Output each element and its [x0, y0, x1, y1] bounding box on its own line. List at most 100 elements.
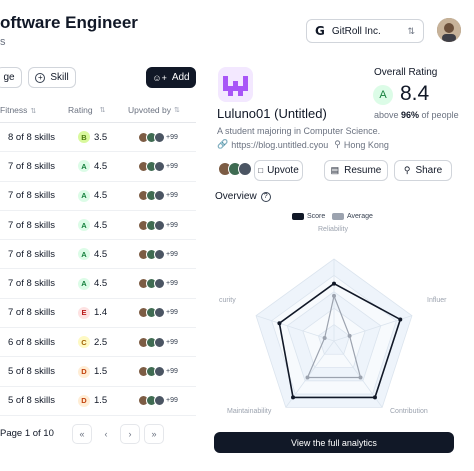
- table-row[interactable]: 6 of 8 skills C 2.5 +99: [0, 328, 196, 358]
- page-subtitle: s: [0, 36, 6, 48]
- radar-point-average: [322, 335, 327, 340]
- add-user-icon: ☺+: [152, 72, 167, 83]
- upvote-button-label: Upvote: [267, 165, 299, 176]
- upvoter-avatar: [154, 190, 165, 202]
- upvoted-cell: +99: [128, 366, 196, 378]
- upvoted-cell: +99: [128, 395, 196, 407]
- table-header: Fitness ⇅ Rating ⇅ Upvoted by ⇅: [0, 97, 196, 123]
- rating-score: 4.5: [94, 248, 108, 260]
- upvote-count: +99: [166, 368, 178, 376]
- upvoter-avatar: [154, 336, 165, 348]
- add-button-label: Add: [171, 72, 190, 83]
- rating-cell: D 1.5: [62, 365, 128, 378]
- fitness-cell: 7 of 8 skills: [8, 190, 55, 202]
- grade-badge: A: [78, 277, 90, 290]
- upvoted-cell: +99: [128, 307, 196, 319]
- upvoted-cell: +99: [128, 219, 196, 231]
- rating-cell: A 4.5: [62, 189, 128, 202]
- fitness-cell: 5 of 8 skills: [8, 395, 55, 407]
- upvoted-cell: +99: [128, 160, 196, 172]
- overall-rating-label: Overall Rating: [374, 67, 438, 78]
- table-row[interactable]: 7 of 8 skills A 4.5 +99: [0, 240, 196, 270]
- profile-url-link[interactable]: https://blog.untitled.cyou: [231, 140, 328, 150]
- upvoter-avatar: [154, 160, 165, 172]
- next-page-button[interactable]: ›: [120, 424, 140, 444]
- resume-button[interactable]: ▤ Resume: [324, 160, 388, 181]
- share-button-label: Share: [415, 165, 443, 176]
- radar-chart: [255, 258, 413, 408]
- rating-cell: A 4.5: [62, 277, 128, 290]
- grade-badge: B: [78, 131, 90, 144]
- overall-grade-badge: A: [373, 85, 393, 105]
- legend-average: Average: [332, 213, 373, 220]
- location-pin-icon: ⚲: [334, 139, 341, 149]
- column-header-rating[interactable]: Rating ⇅: [62, 105, 128, 115]
- fitness-cell: 6 of 8 skills: [8, 336, 55, 348]
- table-row[interactable]: 5 of 8 skills D 1.5 +99: [0, 357, 196, 387]
- fitness-cell: 5 of 8 skills: [8, 366, 55, 378]
- radar-point-average: [358, 375, 363, 380]
- table-row[interactable]: 7 of 8 skills E 1.4 +99: [0, 299, 196, 329]
- grade-badge: A: [78, 189, 90, 202]
- axis-label-security: curity: [219, 297, 236, 304]
- first-page-button[interactable]: «: [72, 424, 92, 444]
- org-select[interactable]: G GitRoll Inc. ⇅: [306, 19, 424, 43]
- table-row[interactable]: 7 of 8 skills A 4.5 +99: [0, 269, 196, 299]
- add-button[interactable]: ☺+ Add: [146, 67, 196, 88]
- radar-point-average: [347, 333, 352, 338]
- radar-point-average: [305, 375, 310, 380]
- pixel-logo-icon: [223, 76, 248, 96]
- last-page-button[interactable]: »: [144, 424, 164, 444]
- grade-badge: D: [78, 394, 90, 407]
- grade-badge: C: [78, 336, 90, 349]
- grade-badge: D: [78, 365, 90, 378]
- filter-button[interactable]: ge: [0, 67, 22, 88]
- upvote-button[interactable]: □ Upvote: [254, 160, 303, 181]
- org-select-label: GitRoll Inc.: [331, 25, 381, 37]
- axis-label-influence: Influer: [427, 297, 447, 304]
- pagination-label: Page 1 of 10: [0, 428, 54, 439]
- candidates-table: Fitness ⇅ Rating ⇅ Upvoted by ⇅ 8 of 8 skil…: [0, 97, 196, 416]
- table-row[interactable]: 5 of 8 skills D 1.5 +99: [0, 387, 196, 416]
- rating-score: 4.5: [94, 278, 108, 290]
- sort-icon: ⇅: [174, 106, 180, 114]
- fitness-cell: 7 of 8 skills: [8, 307, 55, 319]
- add-skill-button[interactable]: + Skill: [28, 67, 76, 88]
- grade-badge: A: [78, 160, 90, 173]
- rating-cell: A 4.5: [62, 160, 128, 173]
- fitness-cell: 8 of 8 skills: [8, 131, 55, 143]
- table-row[interactable]: 7 of 8 skills A 4.5 +99: [0, 152, 196, 182]
- axis-label-contribution: Contribution: [390, 408, 428, 415]
- table-row[interactable]: 8 of 8 skills B 3.5 +99: [0, 123, 196, 153]
- upvote-count: +99: [166, 397, 178, 405]
- prev-page-button[interactable]: ‹: [96, 424, 116, 444]
- radar-point-score: [277, 321, 282, 326]
- grade-badge: A: [78, 219, 90, 232]
- rating-cell: C 2.5: [62, 336, 128, 349]
- fitness-cell: 7 of 8 skills: [8, 160, 55, 172]
- user-avatar[interactable]: [437, 18, 461, 42]
- upvoter-avatar: [154, 219, 165, 231]
- profile-bio: A student majoring in Computer Science.: [217, 126, 381, 136]
- rating-cell: D 1.5: [62, 394, 128, 407]
- share-button[interactable]: ⚲ Share: [394, 160, 452, 181]
- column-header-fitness[interactable]: Fitness ⇅: [0, 105, 62, 115]
- fitness-cell: 7 of 8 skills: [8, 219, 55, 231]
- help-icon[interactable]: ?: [260, 191, 271, 202]
- rating-percentile: above 96% of people: [374, 110, 459, 120]
- column-header-upvoted[interactable]: Upvoted by ⇅: [128, 105, 196, 115]
- upvoter-avatar: [154, 131, 165, 143]
- upvote-count: +99: [166, 280, 178, 288]
- table-row[interactable]: 7 of 8 skills A 4.5 +99: [0, 182, 196, 211]
- double-chevron-right-icon: »: [151, 429, 157, 439]
- grade-badge: E: [78, 306, 90, 319]
- table-row[interactable]: 7 of 8 skills A 4.5 +99: [0, 211, 196, 241]
- view-analytics-button[interactable]: View the full analytics: [214, 432, 454, 453]
- radar-point-average: [332, 293, 336, 298]
- filter-button-label: ge: [3, 72, 15, 83]
- upvote-count: +99: [166, 309, 178, 317]
- rating-score: 1.4: [94, 307, 108, 319]
- overview-heading: Overview ?: [215, 191, 271, 202]
- rating-cell: A 4.5: [62, 248, 128, 261]
- radar-point-score: [332, 281, 336, 286]
